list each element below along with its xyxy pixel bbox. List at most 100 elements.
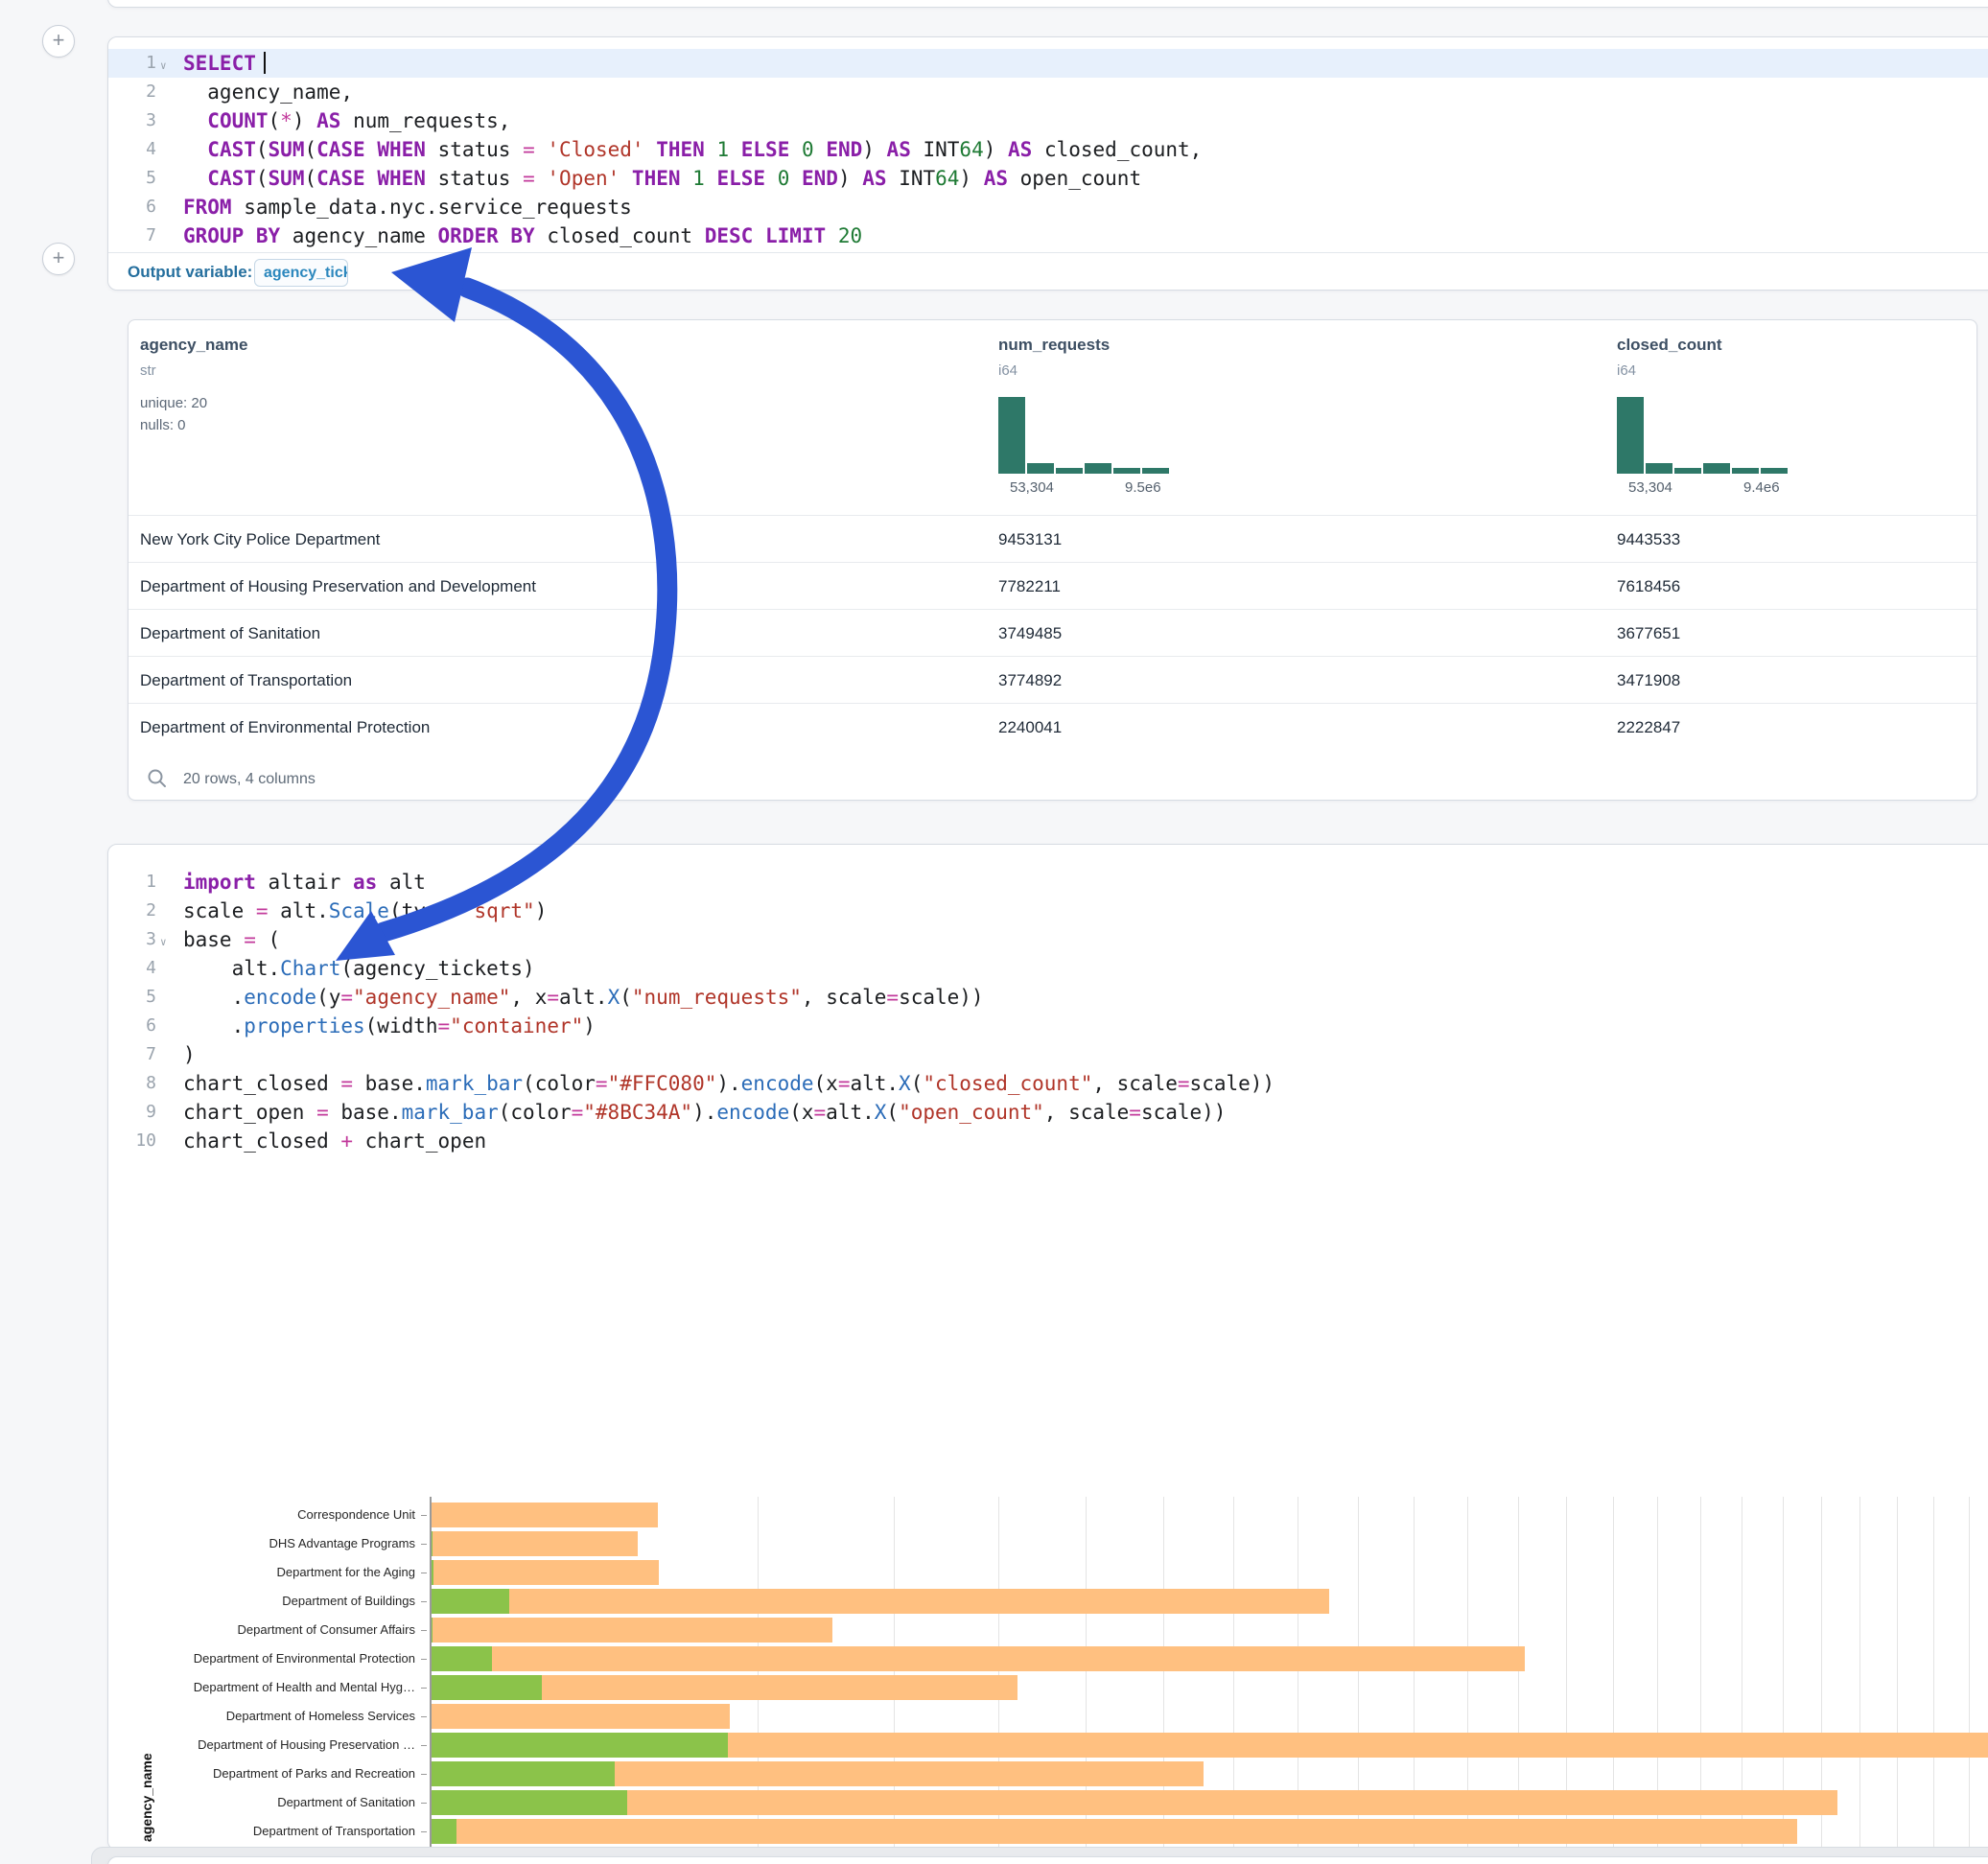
bar-closed-count[interactable] [431,1560,659,1585]
column-histogram[interactable] [1617,395,1791,474]
histogram-bar [1732,468,1759,474]
table-row[interactable]: Department of Housing Preservation and D… [129,562,1976,609]
y-axis-tick [421,1515,427,1516]
y-axis-label: Department of Homeless Services [137,1709,415,1723]
table-footer: 20 rows, 4 columns [129,762,1976,802]
column-type: i64 [998,362,1017,379]
code-line[interactable]: 10chart_closed + chart_open [108,1127,1988,1155]
bar-closed-count[interactable] [431,1790,1837,1815]
table-row[interactable]: Department of Transportation377489234719… [129,656,1976,703]
y-axis-tick [421,1601,427,1602]
bar-open-count[interactable] [431,1675,542,1700]
code-line[interactable]: 3∨ base = ( [108,925,1988,954]
line-number: 6 [108,193,156,221]
line-number: 1 [108,868,156,897]
line-number: 7 [108,1040,156,1069]
code-line[interactable]: 2scale = alt.Scale(type="sqrt") [108,897,1988,925]
add-cell-button-output[interactable]: + [42,243,75,275]
code-line[interactable]: 6FROM sample_data.nyc.service_requests [108,193,1988,221]
line-number: 8 [108,1069,156,1098]
code-text: chart_closed = base.mark_bar(color="#FFC… [183,1069,1275,1098]
table-row[interactable]: New York City Police Department945313194… [129,515,1976,562]
code-text: COUNT(*) AS num_requests, [183,106,510,135]
y-axis-label: Department of Sanitation [137,1795,415,1809]
code-line[interactable]: 6 .properties(width="container") [108,1012,1988,1040]
histogram-bar [998,397,1025,474]
output-variable-pill[interactable]: agency_tickets [254,259,348,287]
table-cell: Department of Sanitation [140,610,320,657]
bar-open-count[interactable] [431,1761,615,1786]
table-cell: 7618456 [1617,563,1680,610]
bar-closed-count[interactable] [431,1531,638,1556]
python-code-editor[interactable]: 1 import altair as alt2scale = alt.Scale(… [108,868,1988,1155]
code-text: chart_open = base.mark_bar(color="#8BC34… [183,1098,1226,1127]
y-axis-label: Department of Parks and Recreation [137,1766,415,1781]
next-cell-fragment [107,1856,1988,1864]
y-axis-tick [421,1716,427,1717]
column-histogram[interactable] [998,395,1173,474]
code-line[interactable]: 4 alt.Chart(agency_tickets) [108,954,1988,983]
table-cell: 7782211 [998,563,1061,610]
y-axis-label: Department of Health and Mental Hyg… [137,1680,415,1694]
table-row-count: 20 rows, 4 columns [183,771,316,788]
add-cell-button-top[interactable]: + [42,25,75,58]
python-cell: 1 import altair as alt2scale = alt.Scale(… [107,844,1988,1851]
column-header[interactable]: agency_name [140,336,247,355]
bar-open-count[interactable] [431,1589,509,1614]
chart-gridline [1969,1497,1970,1864]
y-axis-tick [421,1745,427,1746]
y-axis-label: Correspondence Unit [137,1507,415,1522]
line-number: 1 [108,49,156,78]
bar-open-count[interactable] [431,1733,728,1758]
y-axis-label: Department of Buildings [137,1594,415,1608]
bar-open-count[interactable] [431,1819,456,1844]
bar-closed-count[interactable] [431,1589,1329,1614]
code-line[interactable]: 1 import altair as alt [108,868,1988,897]
line-number: 5 [108,983,156,1012]
line-number: 3 [108,106,156,135]
line-number: 7 [108,221,156,250]
table-header: agency_namestrunique: 20nulls: 0num_requ… [129,320,1976,515]
bar-closed-count[interactable] [431,1704,730,1729]
output-variable-row: Output variable: agency_tickets [108,252,1988,291]
table-row[interactable]: Department of Environmental Protection22… [129,703,1976,750]
histogram-bar [1085,463,1111,474]
bar-closed-count[interactable] [431,1819,1797,1844]
table-cell: 9453131 [998,516,1062,563]
column-header[interactable]: closed_count [1617,336,1722,355]
y-axis-label: DHS Advantage Programs [137,1536,415,1550]
column-header[interactable]: num_requests [998,336,1110,355]
collapse-chevron-icon[interactable]: ∨ [160,52,167,81]
bar-open-count[interactable] [431,1646,492,1671]
sql-code-editor[interactable]: 1∨SELECT2 agency_name,3 COUNT(*) AS num_… [108,49,1988,252]
code-line[interactable]: 9chart_open = base.mark_bar(color="#8BC3… [108,1098,1988,1127]
histogram-bar [1142,468,1169,474]
code-line[interactable]: 8 chart_closed = base.mark_bar(color="#FF… [108,1069,1988,1098]
code-text: import altair as alt [183,868,426,897]
code-text: base = ( [183,925,280,954]
code-line[interactable]: 5 .encode(y="agency_name", x=alt.X("num_… [108,983,1988,1012]
code-line[interactable]: 7) [108,1040,1988,1069]
y-axis-tick [421,1659,427,1660]
line-number: 2 [108,897,156,925]
bar-open-count[interactable] [431,1790,627,1815]
search-icon[interactable] [147,768,168,794]
histogram-min-label: 53,304 [1010,479,1054,496]
collapse-chevron-icon[interactable]: ∨ [160,928,167,957]
table-row[interactable]: Department of Sanitation37494853677651 [129,609,1976,656]
code-line[interactable]: 5 CAST(SUM(CASE WHEN status = 'Open' THE… [108,164,1988,193]
code-text: GROUP BY agency_name ORDER BY closed_cou… [183,221,862,250]
code-line[interactable]: 1∨SELECT [108,49,1988,78]
table-cell: Department of Housing Preservation and D… [140,563,536,610]
line-number: 3 [108,925,156,954]
code-line[interactable]: 3 COUNT(*) AS num_requests, [108,106,1988,135]
bar-closed-count[interactable] [431,1646,1525,1671]
previous-cell-fragment [107,0,1988,8]
table-cell: 2240041 [998,704,1062,751]
bar-closed-count[interactable] [431,1503,658,1527]
code-line[interactable]: 4 CAST(SUM(CASE WHEN status = 'Closed' T… [108,135,1988,164]
code-line[interactable]: 2 agency_name, [108,78,1988,106]
bar-closed-count[interactable] [431,1618,832,1643]
code-line[interactable]: 7 GROUP BY agency_name ORDER BY closed_co… [108,221,1988,250]
code-text: alt.Chart(agency_tickets) [183,954,535,983]
